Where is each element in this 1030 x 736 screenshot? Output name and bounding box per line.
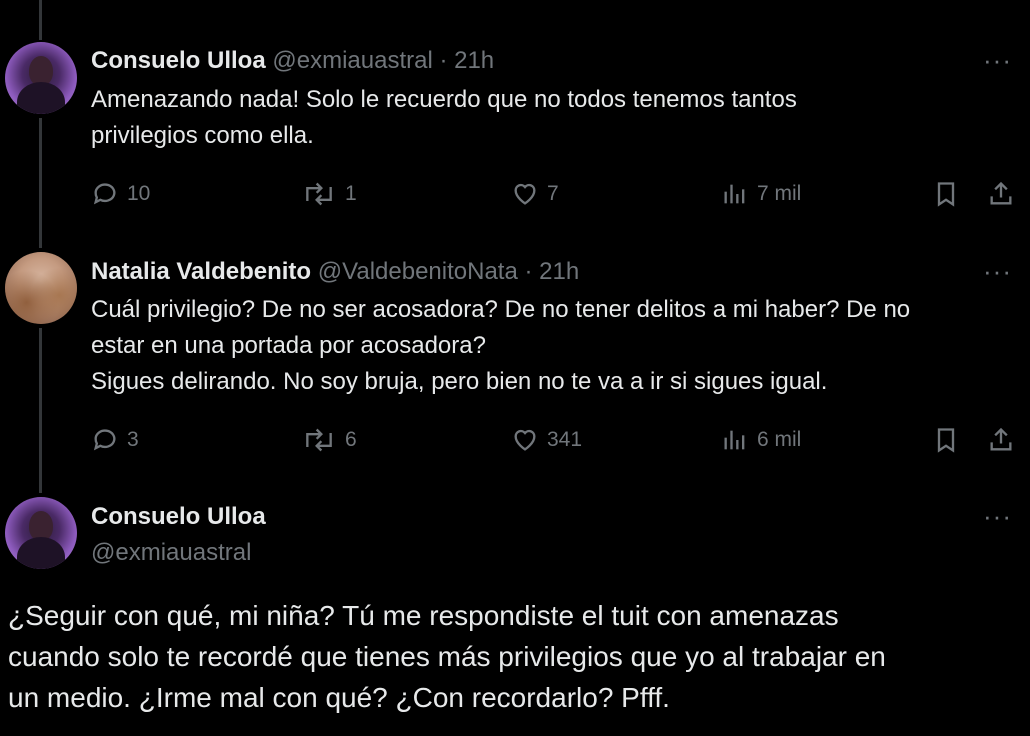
views-button[interactable]: 7 mil	[721, 174, 801, 214]
tweet-text-line: Sigues delirando. No soy bruja, pero bie…	[91, 368, 828, 395]
share-button[interactable]	[987, 174, 1015, 214]
retweet-count: 1	[345, 182, 357, 205]
views-icon	[724, 430, 745, 450]
reply-button[interactable]: 3	[91, 420, 139, 460]
tweet-consuelo-1[interactable]: Consuelo Ulloa @exmiauastral · 21h ··· A…	[0, 0, 1030, 240]
like-icon	[514, 183, 536, 205]
views-button[interactable]: 6 mil	[721, 420, 801, 460]
avatar[interactable]	[5, 252, 77, 324]
separator: ·	[432, 47, 455, 74]
more-icon[interactable]: ···	[983, 256, 1012, 287]
author-name[interactable]: Natalia Valdebenito	[91, 258, 311, 285]
views-icon	[724, 184, 745, 204]
tweet-natalia[interactable]: Natalia Valdebenito @ValdebenitoNata · 2…	[0, 240, 1030, 485]
tweet-text: Amenazando nada! Solo le recuerdo que no…	[91, 82, 797, 154]
reply-button[interactable]: 10	[91, 174, 150, 214]
avatar[interactable]	[5, 497, 77, 569]
reply-icon	[93, 429, 116, 451]
main-tweet[interactable]: Consuelo Ulloa @exmiauastral ··· ¿Seguir…	[0, 485, 1030, 736]
share-icon	[990, 427, 1012, 451]
share-button[interactable]	[987, 420, 1015, 460]
like-count: 7	[547, 182, 559, 205]
timestamp[interactable]: 21h	[539, 258, 579, 285]
more-icon[interactable]: ···	[983, 501, 1012, 532]
author-handle[interactable]: @exmiauastral	[272, 47, 432, 74]
author-name-line: Consuelo Ulloa	[91, 503, 266, 531]
tweet-text-line: cuando solo te recordé que tienes más pr…	[8, 641, 886, 672]
author-handle-line: @exmiauastral	[91, 539, 251, 567]
tweet-text-line: Amenazando nada! Solo le recuerdo que no…	[91, 86, 797, 113]
views-count: 7 mil	[757, 182, 802, 205]
retweet-button[interactable]: 1	[301, 174, 357, 214]
tweet-text-line: Cuál privilegio? De no ser acosadora? De…	[91, 296, 911, 323]
reply-count: 3	[127, 428, 139, 451]
retweet-icon	[306, 182, 332, 206]
like-count: 341	[547, 428, 583, 451]
author-name[interactable]: Consuelo Ulloa	[91, 503, 266, 530]
bookmark-icon	[937, 428, 955, 453]
share-icon	[990, 181, 1012, 205]
retweet-count: 6	[345, 428, 357, 451]
tweet-text-line: ¿Seguir con qué, mi niña? Tú me respondi…	[8, 600, 839, 631]
author-handle[interactable]: @ValdebenitoNata	[318, 258, 518, 285]
action-bar: 10 1 7 7 mil	[91, 174, 1021, 214]
separator: ·	[517, 258, 540, 285]
tweet-text-line: estar en una portada por acosadora?	[91, 332, 486, 359]
author-name[interactable]: Consuelo Ulloa	[91, 47, 266, 74]
reply-icon	[93, 183, 116, 205]
tweet-text-line: privilegios como ella.	[91, 122, 314, 149]
reply-count: 10	[127, 182, 151, 205]
tweet-header: Consuelo Ulloa @exmiauastral · 21h	[91, 47, 494, 75]
bookmark-button[interactable]	[932, 420, 960, 460]
more-icon[interactable]: ···	[983, 45, 1012, 76]
tweet-text: Cuál privilegio? De no ser acosadora? De…	[91, 292, 910, 400]
bookmark-icon	[937, 182, 955, 207]
tweet-text-line: un medio. ¿Irme mal con qué? ¿Con record…	[8, 682, 670, 713]
author-handle[interactable]: @exmiauastral	[91, 539, 251, 566]
avatar[interactable]	[5, 42, 77, 114]
bookmark-button[interactable]	[932, 174, 960, 214]
timestamp[interactable]: 21h	[454, 47, 494, 74]
main-tweet-text: ¿Seguir con qué, mi niña? Tú me respondi…	[8, 595, 886, 718]
like-button[interactable]: 341	[511, 420, 582, 460]
retweet-icon	[306, 428, 332, 452]
like-button[interactable]: 7	[511, 174, 559, 214]
action-bar: 3 6 341 6 mil	[91, 420, 1021, 460]
retweet-button[interactable]: 6	[301, 420, 357, 460]
like-icon	[514, 429, 536, 451]
views-count: 6 mil	[757, 428, 802, 451]
tweet-header: Natalia Valdebenito @ValdebenitoNata · 2…	[91, 258, 579, 286]
